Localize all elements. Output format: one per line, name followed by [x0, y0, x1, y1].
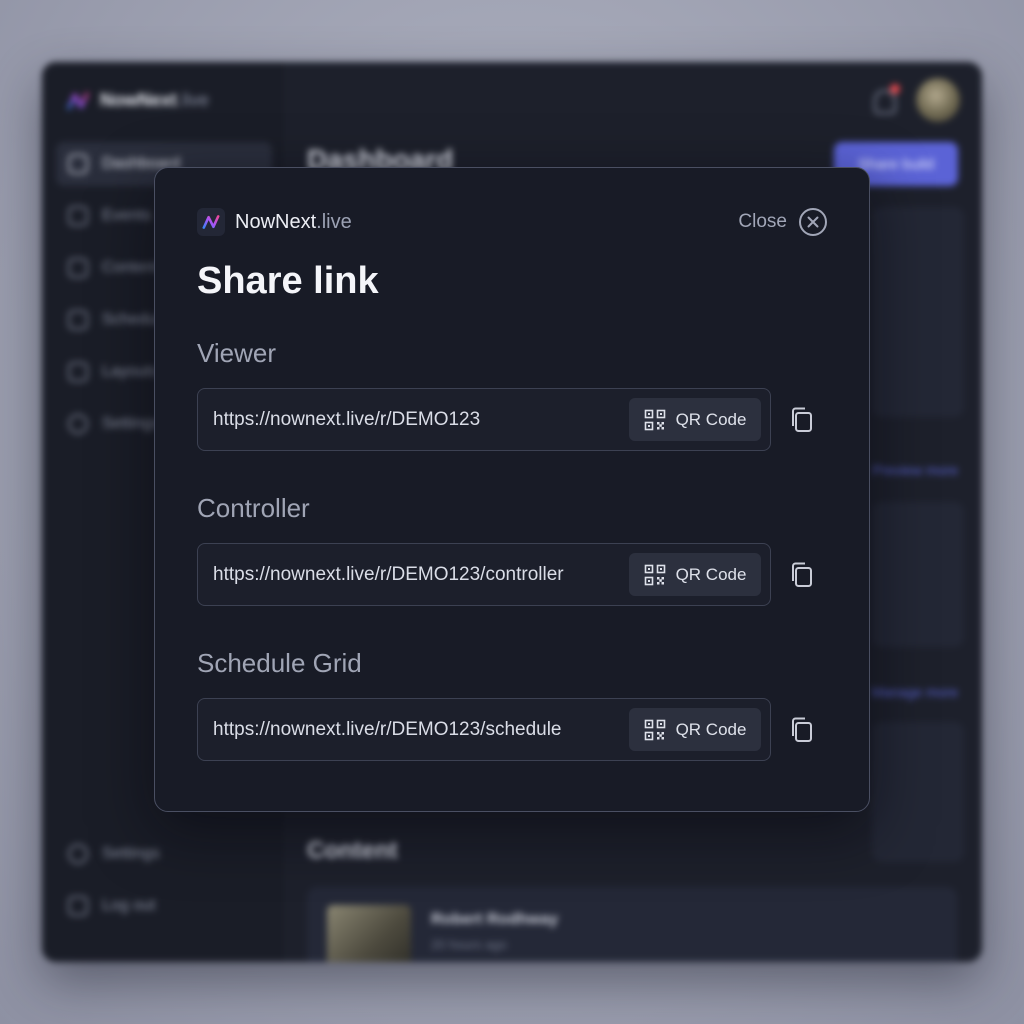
field-row: QR Code: [197, 698, 837, 761]
content-thumbnail: [327, 905, 411, 962]
app-brand-name: NowNext: [100, 90, 178, 110]
section-label: Schedule Grid: [197, 648, 362, 678]
qr-code-button[interactable]: QR Code: [629, 708, 761, 751]
controller-url-input[interactable]: [198, 563, 618, 586]
url-field: QR Code: [197, 388, 771, 451]
schedule-url-input[interactable]: [198, 718, 618, 741]
modal-brand-suffix: .live: [316, 210, 352, 233]
viewer-url-input[interactable]: [198, 408, 618, 431]
content-list-item[interactable]: Robert Rodhway 20 hours ago: [307, 887, 957, 962]
share-section-schedule-grid: Schedule Grid QR Code: [197, 648, 837, 761]
sidebar-item-label: Layouts: [102, 363, 159, 380]
logout-icon: [68, 896, 88, 916]
app-brand: NowNext.live: [66, 90, 209, 111]
qr-code-icon: [644, 719, 665, 740]
field-row: QR Code: [197, 543, 837, 606]
sidebar-bottom-nav: Settings Log out: [56, 832, 272, 936]
copy-button[interactable]: [785, 558, 819, 592]
app-brand-suffix: .live: [177, 90, 210, 110]
content-section-title: Content: [307, 837, 398, 864]
manage-more-link[interactable]: Manage more: [872, 684, 958, 700]
gear-icon: [68, 844, 88, 864]
sidebar-item-label: Settings: [102, 845, 160, 862]
modal-brand-text: NowNext.live: [235, 211, 352, 234]
share-link-modal: NowNext.live Close Share link Viewer QR …: [154, 167, 870, 812]
url-field: QR Code: [197, 543, 771, 606]
list-icon: [68, 206, 88, 226]
qr-code-button[interactable]: QR Code: [629, 553, 761, 596]
info-card: [872, 502, 964, 647]
sidebar-item-logout[interactable]: Log out: [56, 884, 272, 928]
content-icon: [68, 258, 88, 278]
notification-dot: [890, 84, 900, 94]
nownext-logo-icon: [67, 92, 89, 109]
copy-button[interactable]: [785, 713, 819, 747]
sidebar-item-label: Settings: [102, 415, 160, 432]
section-label: Controller: [197, 493, 310, 523]
close-button[interactable]: Close: [738, 208, 827, 236]
content-item-name: Robert Rodhway: [431, 911, 559, 928]
preview-more-link[interactable]: Preview more: [872, 462, 958, 478]
field-row: QR Code: [197, 388, 837, 451]
copy-icon: [792, 717, 812, 742]
close-icon: [799, 208, 827, 236]
sidebar-item-label: Content: [102, 259, 159, 276]
section-label: Viewer: [197, 338, 277, 368]
qr-code-button[interactable]: QR Code: [629, 398, 761, 441]
gear-icon: [68, 414, 88, 434]
modal-brand: NowNext.live: [197, 208, 352, 236]
modal-title: Share link: [197, 260, 379, 302]
copy-icon: [792, 407, 812, 432]
copy-button[interactable]: [785, 403, 819, 437]
stats-card: [872, 207, 964, 417]
avatar[interactable]: [916, 78, 960, 122]
sidebar-item-label: Log out: [102, 897, 156, 914]
qr-code-label: QR Code: [675, 719, 747, 739]
qr-code-icon: [644, 409, 665, 430]
modal-brand-name: NowNext: [235, 210, 317, 233]
share-section-controller: Controller QR Code: [197, 493, 837, 606]
qr-code-label: QR Code: [675, 409, 747, 429]
qr-code-icon: [644, 564, 665, 585]
home-icon: [68, 154, 88, 174]
sidebar-item-label: Events: [102, 207, 151, 224]
calendar-icon: [68, 310, 88, 330]
layout-icon: [68, 362, 88, 382]
qr-code-label: QR Code: [675, 564, 747, 584]
nownext-logo: [197, 208, 225, 236]
share-section-viewer: Viewer QR Code: [197, 338, 837, 451]
sidebar-item-settings-bottom[interactable]: Settings: [56, 832, 272, 876]
copy-icon: [792, 562, 812, 587]
nownext-logo-icon: [202, 215, 220, 229]
extra-card: [872, 722, 964, 862]
content-item-meta: 20 hours ago: [431, 937, 507, 952]
url-field: QR Code: [197, 698, 771, 761]
close-label: Close: [738, 211, 787, 232]
